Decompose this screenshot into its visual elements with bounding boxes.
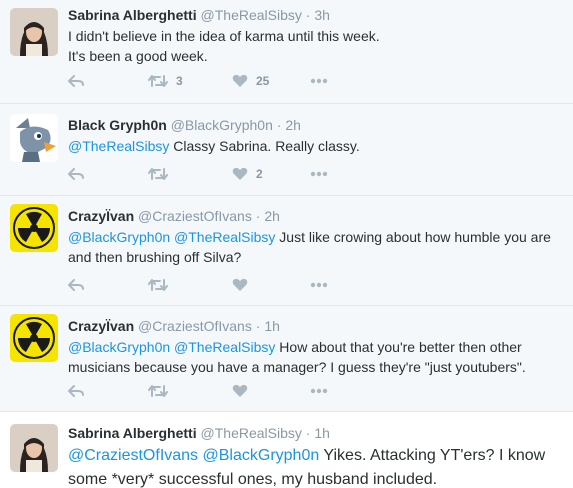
mention-link[interactable]: @CraziestOfIvans xyxy=(68,447,198,464)
mention-link[interactable]: @TheRealSibsy xyxy=(68,138,169,154)
display-name[interactable]: Black Gryph0n xyxy=(68,117,167,133)
tweet-text-line: Yikes. Attacking YT'ers? I know xyxy=(319,447,546,464)
username[interactable]: @CraziestOfIvans xyxy=(138,318,252,334)
display-name[interactable]: CrazyÏvan xyxy=(68,208,134,224)
avatar[interactable] xyxy=(10,114,58,162)
tweet-2[interactable]: Black Gryph0n @BlackGryph0n · 2h @TheRea… xyxy=(0,104,573,196)
tweet-text-line: Classy Sabrina. Really classy. xyxy=(169,138,360,154)
mention-link[interactable]: @BlackGryph0n xyxy=(203,447,320,464)
tweet-3[interactable]: CrazyÏvan @CraziestOfIvans · 2h @BlackGr… xyxy=(0,196,573,306)
tweet-text: @CraziestOfIvans @BlackGryph0n Yikes. At… xyxy=(68,444,565,488)
reply-button[interactable] xyxy=(68,381,84,401)
tweet-text: @TheRealSibsy Classy Sabrina. Really cla… xyxy=(68,136,565,156)
mention-link[interactable]: @BlackGryph0n xyxy=(68,229,170,245)
reply-icon xyxy=(68,385,84,397)
retweet-button[interactable] xyxy=(148,275,176,295)
heart-icon xyxy=(232,167,248,180)
display-name[interactable]: Sabrina Alberghetti xyxy=(68,7,197,23)
avatar[interactable] xyxy=(10,424,58,472)
retweet-icon xyxy=(148,168,168,180)
retweet-icon xyxy=(148,75,168,87)
timestamp[interactable]: 3h xyxy=(314,7,330,23)
retweet-button[interactable] xyxy=(148,164,176,184)
username[interactable]: @TheRealSibsy xyxy=(201,7,302,23)
reply-button[interactable] xyxy=(68,164,84,184)
tweet-text-line: and then brushing off Silva? xyxy=(68,249,242,265)
mention-link[interactable]: @BlackGryph0n xyxy=(68,339,170,355)
tweet-text: @BlackGryph0n @TheRealSibsy How about th… xyxy=(68,337,565,377)
tweet-text: @BlackGryph0n @TheRealSibsy Just like cr… xyxy=(68,227,565,267)
like-button[interactable] xyxy=(232,275,256,295)
username[interactable]: @CraziestOfIvans xyxy=(138,208,252,224)
retweet-icon xyxy=(148,279,168,291)
more-button[interactable] xyxy=(310,381,328,401)
retweet-button[interactable]: 3 xyxy=(148,71,183,91)
tweet-5[interactable]: Sabrina Alberghetti @TheRealSibsy · 1h @… xyxy=(0,412,573,488)
display-name[interactable]: CrazyÏvan xyxy=(68,318,134,334)
avatar[interactable] xyxy=(10,314,58,362)
timestamp[interactable]: 1h xyxy=(264,318,280,334)
like-count: 2 xyxy=(256,167,263,181)
retweet-button[interactable] xyxy=(148,381,176,401)
tweet-1[interactable]: Sabrina Alberghetti @TheRealSibsy · 3h I… xyxy=(0,0,573,104)
separator-dot: · xyxy=(255,208,261,224)
mention-link[interactable]: @TheRealSibsy xyxy=(174,229,275,245)
retweet-count: 3 xyxy=(176,74,183,88)
separator-dot: · xyxy=(305,7,311,23)
more-icon xyxy=(310,171,328,177)
heart-icon xyxy=(232,278,248,291)
more-button[interactable] xyxy=(310,71,328,91)
avatar[interactable] xyxy=(10,204,58,252)
timestamp[interactable]: 2h xyxy=(285,117,301,133)
tweet-text-line: musicians because you have a manager? I … xyxy=(68,359,526,375)
tweet-text: I didn't believe in the idea of karma un… xyxy=(68,26,565,66)
more-button[interactable] xyxy=(310,164,328,184)
username[interactable]: @TheRealSibsy xyxy=(201,425,302,441)
like-count: 25 xyxy=(256,74,270,88)
separator-dot: · xyxy=(255,318,261,334)
tweet-text-line: I didn't believe in the idea of karma un… xyxy=(68,28,380,44)
tweet-text-line: Just like crowing about how humble you a… xyxy=(275,229,551,245)
like-button[interactable]: 25 xyxy=(232,71,269,91)
like-button[interactable]: 2 xyxy=(232,164,263,184)
like-button[interactable] xyxy=(232,381,256,401)
avatar[interactable] xyxy=(10,8,58,56)
reply-button[interactable] xyxy=(68,275,84,295)
display-name[interactable]: Sabrina Alberghetti xyxy=(68,425,197,441)
tweet-4[interactable]: CrazyÏvan @CraziestOfIvans · 1h @BlackGr… xyxy=(0,306,573,412)
mention-link[interactable]: @TheRealSibsy xyxy=(174,339,275,355)
more-icon xyxy=(310,282,328,288)
more-button[interactable] xyxy=(310,275,328,295)
reply-button[interactable] xyxy=(68,71,84,91)
username[interactable]: @BlackGryph0n xyxy=(171,117,273,133)
timestamp[interactable]: 2h xyxy=(264,208,280,224)
tweet-text-line: some *very* successful ones, my husband … xyxy=(68,471,438,488)
more-icon xyxy=(310,78,328,84)
retweet-icon xyxy=(148,385,168,397)
reply-icon xyxy=(68,279,84,291)
reply-icon xyxy=(68,168,84,180)
separator-dot: · xyxy=(276,117,282,133)
reply-icon xyxy=(68,75,84,87)
separator-dot: · xyxy=(305,425,311,441)
more-icon xyxy=(310,388,328,394)
timestamp[interactable]: 1h xyxy=(314,425,330,441)
tweet-text-line: How about that you're better then other xyxy=(275,339,522,355)
heart-icon xyxy=(232,74,248,87)
heart-icon xyxy=(232,384,248,397)
tweet-text-line: It's been a good week. xyxy=(68,48,208,64)
